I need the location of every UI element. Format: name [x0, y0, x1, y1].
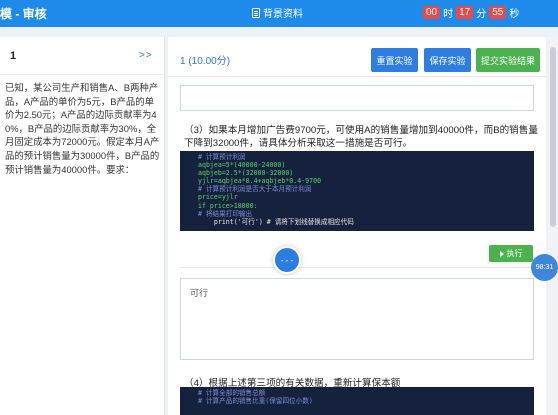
timer-seconds: 55: [489, 6, 507, 19]
code-editor-2[interactable]: # 计算全部的销售总额 # 计算产品的销售比重(保留四位小数): [180, 387, 534, 415]
workspace-header: 1 (10.00分) 重置实验 保存实验 提交实验结果: [168, 37, 546, 77]
workspace-panel: 1 (10.00分) 重置实验 保存实验 提交实验结果 （3）如果本月增加广告费…: [168, 37, 546, 415]
code-line: aqbjea=5*(40000-24000): [198, 161, 286, 170]
question-number: 1: [10, 50, 17, 62]
page-title: 模 - 审核: [0, 7, 47, 21]
floating-tool-button[interactable]: - - -: [273, 246, 301, 274]
timer-minutes-unit: 分: [476, 9, 487, 20]
submit-results-button[interactable]: 提交实验结果: [476, 48, 540, 72]
floating-timer-badge[interactable]: 98:31: [531, 254, 558, 281]
run-button[interactable]: 执行: [489, 245, 533, 262]
scrollbar-thumb[interactable]: [550, 47, 556, 227]
code-line: # 计算预计利润: [198, 153, 246, 161]
background-material-label: 背景资料: [263, 9, 303, 20]
code-editor[interactable]: # 计算预计利润 aqbjea=5*(40000-24000) aqbjeb=2.5…: [180, 151, 534, 231]
timer-hours-unit: 时: [443, 9, 454, 20]
timer-minutes: 17: [456, 6, 474, 19]
divider: [180, 267, 534, 268]
code-line: price=yjlr: [198, 193, 238, 202]
top-bar: 模 - 审核 背景资料 00 时 17 分 55 秒: [0, 0, 558, 27]
question-panel: 1 >> 已知，某公司生产和销售A、B两种产品，A产品的单价为5元，B产品的单价…: [0, 37, 165, 415]
output-answer-field[interactable]: 可行: [180, 278, 534, 360]
code-line: if price>18000:: [198, 201, 258, 210]
background-material-button[interactable]: 背景资料: [252, 5, 303, 20]
question-panel-header: 1 >>: [0, 37, 164, 75]
code-line: # 将结果打印输出: [198, 209, 253, 218]
reset-experiment-button[interactable]: 重置实验: [371, 48, 418, 72]
scrollbar[interactable]: [548, 37, 558, 415]
run-button-label: 执行: [506, 249, 523, 258]
question-3-text: （3）如果本月增加广告费9700元，可使用A的销售量增加到40000件，而B的销…: [184, 125, 538, 149]
countdown-timer: 00 时 17 分 55 秒: [423, 5, 519, 20]
code-line: print('可行') # 请将下划线替换成相应代码: [198, 217, 354, 226]
timer-hours: 00: [423, 6, 441, 19]
code-line: # 计算产品的销售比重(保留四位小数): [198, 397, 313, 406]
question-score: 1 (10.00分): [180, 56, 231, 67]
question-text: 已知，某公司生产和销售A、B两种产品，A产品的单价为5元，B产品的单价为2.50…: [5, 82, 160, 175]
play-icon: [499, 250, 504, 257]
save-experiment-button[interactable]: 保存实验: [424, 48, 471, 72]
document-icon: [252, 7, 260, 18]
code-line: aqbjeb=2.5*(32000-32000): [198, 169, 294, 178]
previous-answer-textarea[interactable]: [180, 85, 534, 111]
next-question-button[interactable]: >>: [139, 50, 153, 61]
timer-seconds-unit: 秒: [509, 9, 520, 20]
code-line: # 计算预计利润是否大于本月预计利润: [198, 185, 312, 194]
code-line: # 计算全部的销售总额: [198, 389, 266, 397]
